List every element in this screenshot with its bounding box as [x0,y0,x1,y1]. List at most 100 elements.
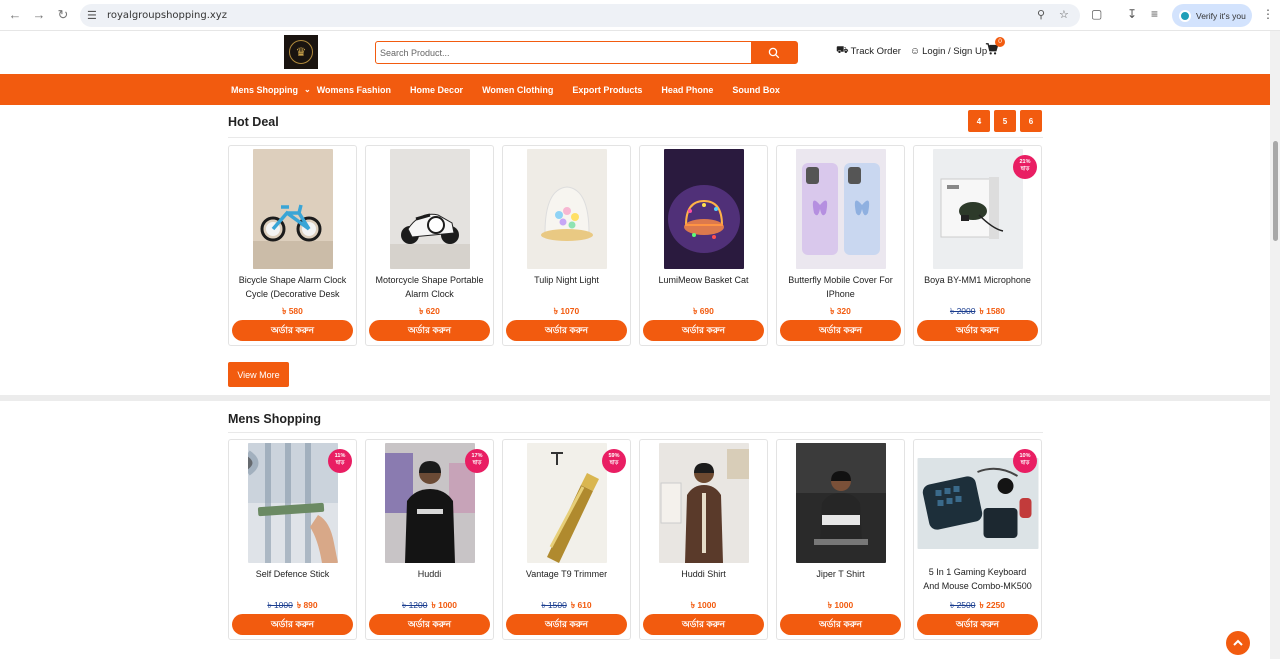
product-image[interactable] [658,443,749,563]
address-bar[interactable]: ☰ royalgroupshopping.xyz ⚲ ☆ [80,4,1080,27]
discount-badge: 17% ছাড় [465,449,489,473]
nav-item-head-phone[interactable]: Head Phone [661,85,713,95]
product-card[interactable]: 59% ছাড় Vantage T9 Trimmer ৳ 1500 ৳ 610 অ… [502,439,631,640]
product-card[interactable]: Jiper T Shirt ৳ 1000 অর্ডার করুন [776,439,905,640]
product-name[interactable]: Self Defence Stick [235,567,350,595]
price-current: ৳ 1000 [690,600,717,610]
extensions-icon[interactable]: ▢ [1091,7,1102,21]
scroll-to-top-button[interactable] [1226,631,1250,655]
page-scrollbar[interactable] [1270,31,1280,659]
nav-label: Sound Box [732,84,780,95]
product-image[interactable] [384,443,475,563]
nav-label: Head Phone [661,84,714,95]
order-button[interactable]: অর্ডার করুন [506,614,627,635]
product-card[interactable]: Bicycle Shape Alarm Clock Cycle (Decorat… [228,145,357,346]
order-button[interactable]: অর্ডার করুন [232,320,353,341]
product-price: ৳ 1500 ৳ 610 [503,599,630,613]
site-logo[interactable]: ♛ [284,35,318,69]
bookmark-star-icon[interactable]: ☆ [1059,8,1069,21]
product-card[interactable]: Motorcycle Shape Portable Alarm Clock ৳ … [365,145,494,346]
product-price: ৳ 1200 ৳ 1000 [366,599,493,613]
order-button[interactable]: অর্ডার করুন [780,320,901,341]
page-button[interactable]: 5 [994,110,1016,132]
product-name[interactable]: Motorcycle Shape Portable Alarm Clock [372,273,487,301]
product-image[interactable] [389,149,470,269]
track-order-label: Track Order [850,46,901,57]
download-icon[interactable]: ↧ [1127,7,1137,21]
product-name[interactable]: Boya BY-MM1 Microphone [920,273,1035,301]
product-card[interactable]: 17% ছাড় Huddi ৳ 1200 ৳ 1000 অর্ডার করুন [365,439,494,640]
browser-toolbar: ← → ↻ ☰ royalgroupshopping.xyz ⚲ ☆ ▢ ↧ ≡… [0,0,1280,31]
verify-button[interactable]: Verify it's you [1172,4,1252,27]
nav-item-women-clothing[interactable]: Women Clothing [482,85,553,95]
product-name[interactable]: Jiper T Shirt [783,567,898,595]
nav-item-womens-fashion[interactable]: Womens Fashion [317,85,391,95]
menu-kebab-icon[interactable]: ⋮ [1262,7,1274,21]
nav-label: Export Products [572,84,643,95]
order-button[interactable]: অর্ডার করুন [643,614,764,635]
product-image[interactable] [663,149,744,269]
price-current: ৳ 1070 [553,306,580,316]
order-button[interactable]: অর্ডার করুন [643,320,764,341]
scrollbar-thumb[interactable] [1273,141,1278,241]
product-card[interactable]: LumiMeow Basket Cat ৳ 690 অর্ডার করুন [639,145,768,346]
product-card[interactable]: 11% ছাড় Self Defence Stick ৳ 1000 ৳ 890 অ… [228,439,357,640]
product-image[interactable] [526,149,607,269]
product-price: ৳ 320 [777,305,904,319]
product-image[interactable] [247,443,338,563]
nav-item-export-products[interactable]: Export Products [572,85,642,95]
forward-icon[interactable]: → [31,7,47,23]
page-button[interactable]: 6 [1020,110,1042,132]
product-card[interactable]: 21% ছাড় Boya BY-MM1 Microphone ৳ 2000 ৳ 1… [913,145,1042,346]
page-button[interactable]: 4 [968,110,990,132]
product-name[interactable]: Tulip Night Light [509,273,624,301]
search-input[interactable] [376,42,751,63]
product-card[interactable]: Tulip Night Light ৳ 1070 অর্ডার করুন [502,145,631,346]
search-button[interactable] [751,42,797,63]
product-name[interactable]: Huddi Shirt [646,567,761,595]
mens-shopping-title: Mens Shopping [228,412,322,426]
product-image[interactable] [932,149,1023,269]
order-button[interactable]: অর্ডার করুন [369,614,490,635]
price-current: ৳ 690 [693,306,714,316]
order-button[interactable]: অর্ডার করুন [232,614,353,635]
order-button[interactable]: অর্ডার করুন [506,320,627,341]
back-icon[interactable]: ← [7,7,23,23]
truck-icon: ⛟ [836,45,849,56]
product-card[interactable]: Butterfly Mobile Cover For IPhone ৳ 320 … [776,145,905,346]
product-price: ৳ 2000 ৳ 1580 [914,305,1041,319]
nav-item-mens-shopping[interactable]: Mens Shopping ⌄ [231,85,311,95]
product-name[interactable]: Huddi [372,567,487,595]
product-card[interactable]: Huddi Shirt ৳ 1000 অর্ডার করুন [639,439,768,640]
product-name[interactable]: Bicycle Shape Alarm Clock Cycle (Decorat… [235,273,350,301]
product-name[interactable]: Vantage T9 Trimmer [509,567,624,595]
product-image[interactable] [252,149,333,269]
price-old: ৳ 1200 [401,600,428,610]
product-image[interactable] [795,149,886,269]
login-link[interactable]: ☺ Login / Sign Up [910,46,987,57]
order-button[interactable]: অর্ডার করুন [917,320,1038,341]
zoom-icon[interactable]: ⚲ [1037,8,1045,21]
product-name[interactable]: Butterfly Mobile Cover For IPhone [783,273,898,301]
product-card[interactable]: 10% ছাড় 5 In 1 Gaming Keyboard And Mouse… [913,439,1042,640]
track-order-link[interactable]: ⛟ Track Order [836,45,901,58]
product-image[interactable] [526,443,607,563]
nav-label: Home Decor [410,84,464,95]
nav-item-home-decor[interactable]: Home Decor [410,85,463,95]
product-price: ৳ 1000 [640,599,767,613]
url-text: royalgroupshopping.xyz [107,10,227,21]
reading-list-icon[interactable]: ≡ [1151,7,1158,21]
site-info-icon[interactable]: ☰ [87,9,101,22]
product-name[interactable]: 5 In 1 Gaming Keyboard And Mouse Combo-M… [920,565,1035,593]
nav-item-sound-box[interactable]: Sound Box [732,85,780,95]
order-button[interactable]: অর্ডার করুন [917,614,1038,635]
order-button[interactable]: অর্ডার করুন [369,320,490,341]
mens-shopping-grid: 11% ছাড় Self Defence Stick ৳ 1000 ৳ 890 অ… [228,439,1050,640]
view-more-button[interactable]: View More [228,362,289,387]
cart-button[interactable]: 0 [985,37,1005,58]
hot-deal-pager: 4 5 6 [968,110,1046,132]
product-image[interactable] [795,443,886,563]
order-button[interactable]: অর্ডার করুন [780,614,901,635]
product-name[interactable]: LumiMeow Basket Cat [646,273,761,301]
reload-icon[interactable]: ↻ [55,7,71,23]
